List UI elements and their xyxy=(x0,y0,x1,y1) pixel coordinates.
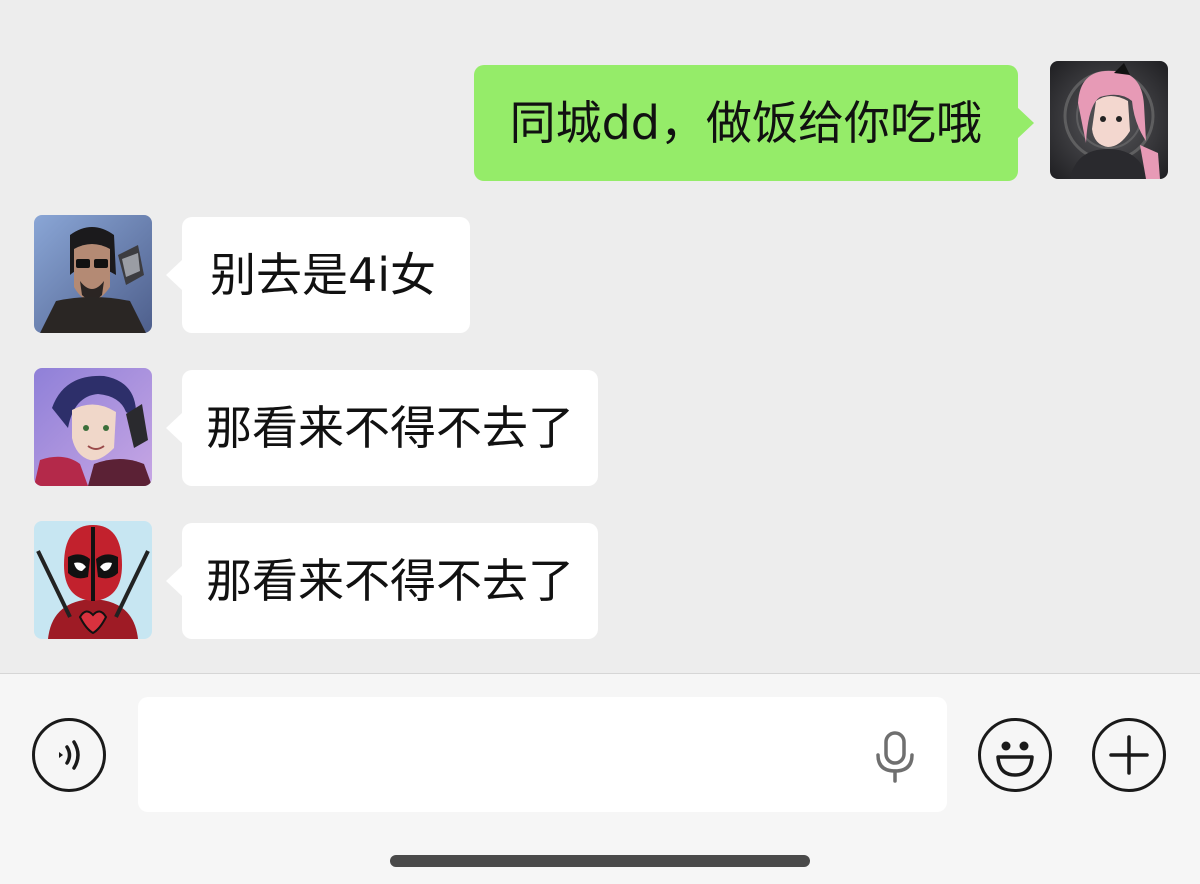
message-text-2: 别去是4i女 xyxy=(210,248,437,302)
message-text-4: 那看来不得不去了 xyxy=(206,554,574,608)
emoji-icon xyxy=(996,741,1034,777)
message-bubble-2[interactable]: 别去是4i女 xyxy=(165,217,471,333)
message-input[interactable] xyxy=(138,697,947,812)
message-row-1: 同城dd，做饭给你吃哦 xyxy=(473,61,1168,181)
my-avatar[interactable] xyxy=(1050,61,1168,179)
message-text-1: 同城dd，做饭给你吃哦 xyxy=(509,96,982,150)
input-bar xyxy=(0,673,1200,884)
message-text-3: 那看来不得不去了 xyxy=(206,401,574,455)
more-options-button[interactable] xyxy=(1092,718,1166,792)
message-row-4: 那看来不得不去了 xyxy=(34,521,598,639)
message-bubble-4[interactable]: 那看来不得不去了 xyxy=(166,523,598,639)
voice-mode-icon xyxy=(59,740,80,770)
message-row-2: 别去是4i女 xyxy=(34,215,471,333)
message-row-3: 那看来不得不去了 xyxy=(34,368,598,486)
microphone-icon[interactable] xyxy=(872,731,918,783)
sender-avatar-3[interactable] xyxy=(34,368,152,486)
chat-screen: 同城dd，做饭给你吃哦 别去是4i女 那看来不得不去了 那看来不得不去了 xyxy=(0,0,1200,884)
emoji-button[interactable] xyxy=(978,718,1052,792)
sender-avatar-4[interactable] xyxy=(34,521,152,639)
plus-icon xyxy=(1109,735,1149,775)
home-indicator[interactable] xyxy=(390,855,810,867)
message-bubble-3[interactable]: 那看来不得不去了 xyxy=(166,370,598,486)
message-bubble-1[interactable]: 同城dd，做饭给你吃哦 xyxy=(473,65,1035,181)
sender-avatar-2[interactable] xyxy=(34,215,152,333)
voice-toggle-button[interactable] xyxy=(32,718,106,792)
message-list[interactable]: 同城dd，做饭给你吃哦 别去是4i女 那看来不得不去了 那看来不得不去了 xyxy=(0,0,1200,673)
